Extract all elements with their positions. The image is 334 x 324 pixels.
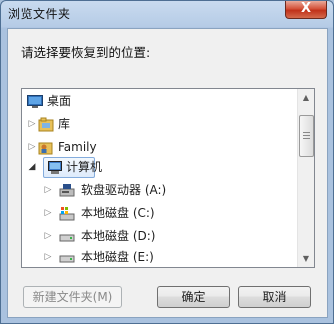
close-icon: X bbox=[300, 1, 312, 16]
tree-item-desktop[interactable]: 桌面 bbox=[22, 91, 292, 112]
close-button[interactable]: X bbox=[285, 1, 327, 19]
tree-item-label: 计算机 bbox=[66, 160, 103, 174]
expand-arrow-icon[interactable]: ▷ bbox=[27, 137, 37, 158]
title-bar[interactable]: 浏览文件夹 X bbox=[1, 1, 333, 25]
expand-arrow-icon[interactable]: ▷ bbox=[43, 180, 53, 201]
expand-arrow-icon[interactable]: ▷ bbox=[43, 203, 53, 224]
tree-item-drive-d[interactable]: ▷ 本地磁盘 (D:) bbox=[22, 226, 292, 247]
folder-tree[interactable]: 桌面 ▷ 库 ▷ Family ◢ 计算机 ▷ 软盘驱动器 (A:) ▷ 本地磁… bbox=[21, 88, 315, 268]
tree-item-drive-a[interactable]: ▷ 软盘驱动器 (A:) bbox=[22, 180, 292, 201]
tree-item-label: 本地磁盘 (C:) bbox=[81, 206, 155, 220]
grip-line bbox=[303, 138, 310, 139]
computer-icon bbox=[47, 160, 63, 175]
tree-item-computer[interactable]: ◢ 计算机 bbox=[22, 157, 292, 178]
cancel-button[interactable]: 取消 bbox=[238, 286, 311, 308]
expand-arrow-icon[interactable]: ▷ bbox=[43, 247, 53, 267]
expand-arrow-icon[interactable]: ▷ bbox=[43, 226, 53, 247]
scroll-thumb[interactable] bbox=[299, 115, 314, 157]
scroll-up-icon[interactable]: ▲ bbox=[298, 89, 314, 106]
hard-drive-icon bbox=[59, 250, 75, 265]
tree-item-label: Family bbox=[58, 140, 97, 154]
expand-arrow-icon[interactable]: ▷ bbox=[27, 114, 37, 135]
collapse-arrow-icon[interactable]: ◢ bbox=[27, 157, 37, 178]
new-folder-button[interactable]: 新建文件夹(M) bbox=[23, 286, 122, 308]
user-folder-icon bbox=[38, 140, 54, 155]
tree-item-libraries[interactable]: ▷ 库 bbox=[22, 114, 292, 135]
scroll-down-icon[interactable]: ▼ bbox=[298, 250, 314, 267]
tree-item-drive-c[interactable]: ▷ 本地磁盘 (C:) bbox=[22, 203, 292, 224]
tree-item-drive-e[interactable]: ▷ 本地磁盘 (E:) bbox=[22, 247, 292, 267]
vertical-scrollbar[interactable]: ▲ ▼ bbox=[297, 89, 314, 267]
tree-item-family[interactable]: ▷ Family bbox=[22, 137, 292, 158]
tree-item-label: 软盘驱动器 (A:) bbox=[81, 183, 167, 197]
tree-item-label: 桌面 bbox=[47, 94, 72, 108]
tree-item-label: 本地磁盘 (D:) bbox=[81, 229, 156, 243]
window-title: 浏览文件夹 bbox=[8, 7, 71, 21]
dialog-window: 浏览文件夹 X 请选择要恢复到的位置: 桌面 ▷ 库 ▷ Family ◢ 计算… bbox=[0, 0, 334, 324]
desktop-icon bbox=[27, 94, 43, 109]
ok-button[interactable]: 确定 bbox=[157, 286, 230, 308]
libraries-icon bbox=[38, 117, 54, 132]
hard-drive-icon bbox=[59, 229, 75, 244]
prompt-text: 请选择要恢复到的位置: bbox=[21, 45, 151, 60]
dialog-body: 请选择要恢复到的位置: 桌面 ▷ 库 ▷ Family ◢ 计算机 ▷ 软盘驱动… bbox=[7, 28, 328, 318]
floppy-drive-icon bbox=[59, 183, 75, 198]
grip-line bbox=[303, 135, 310, 136]
tree-item-label: 本地磁盘 (E:) bbox=[81, 250, 154, 264]
system-drive-icon bbox=[59, 206, 75, 221]
grip-line bbox=[303, 132, 310, 133]
tree-item-label: 库 bbox=[58, 117, 71, 131]
